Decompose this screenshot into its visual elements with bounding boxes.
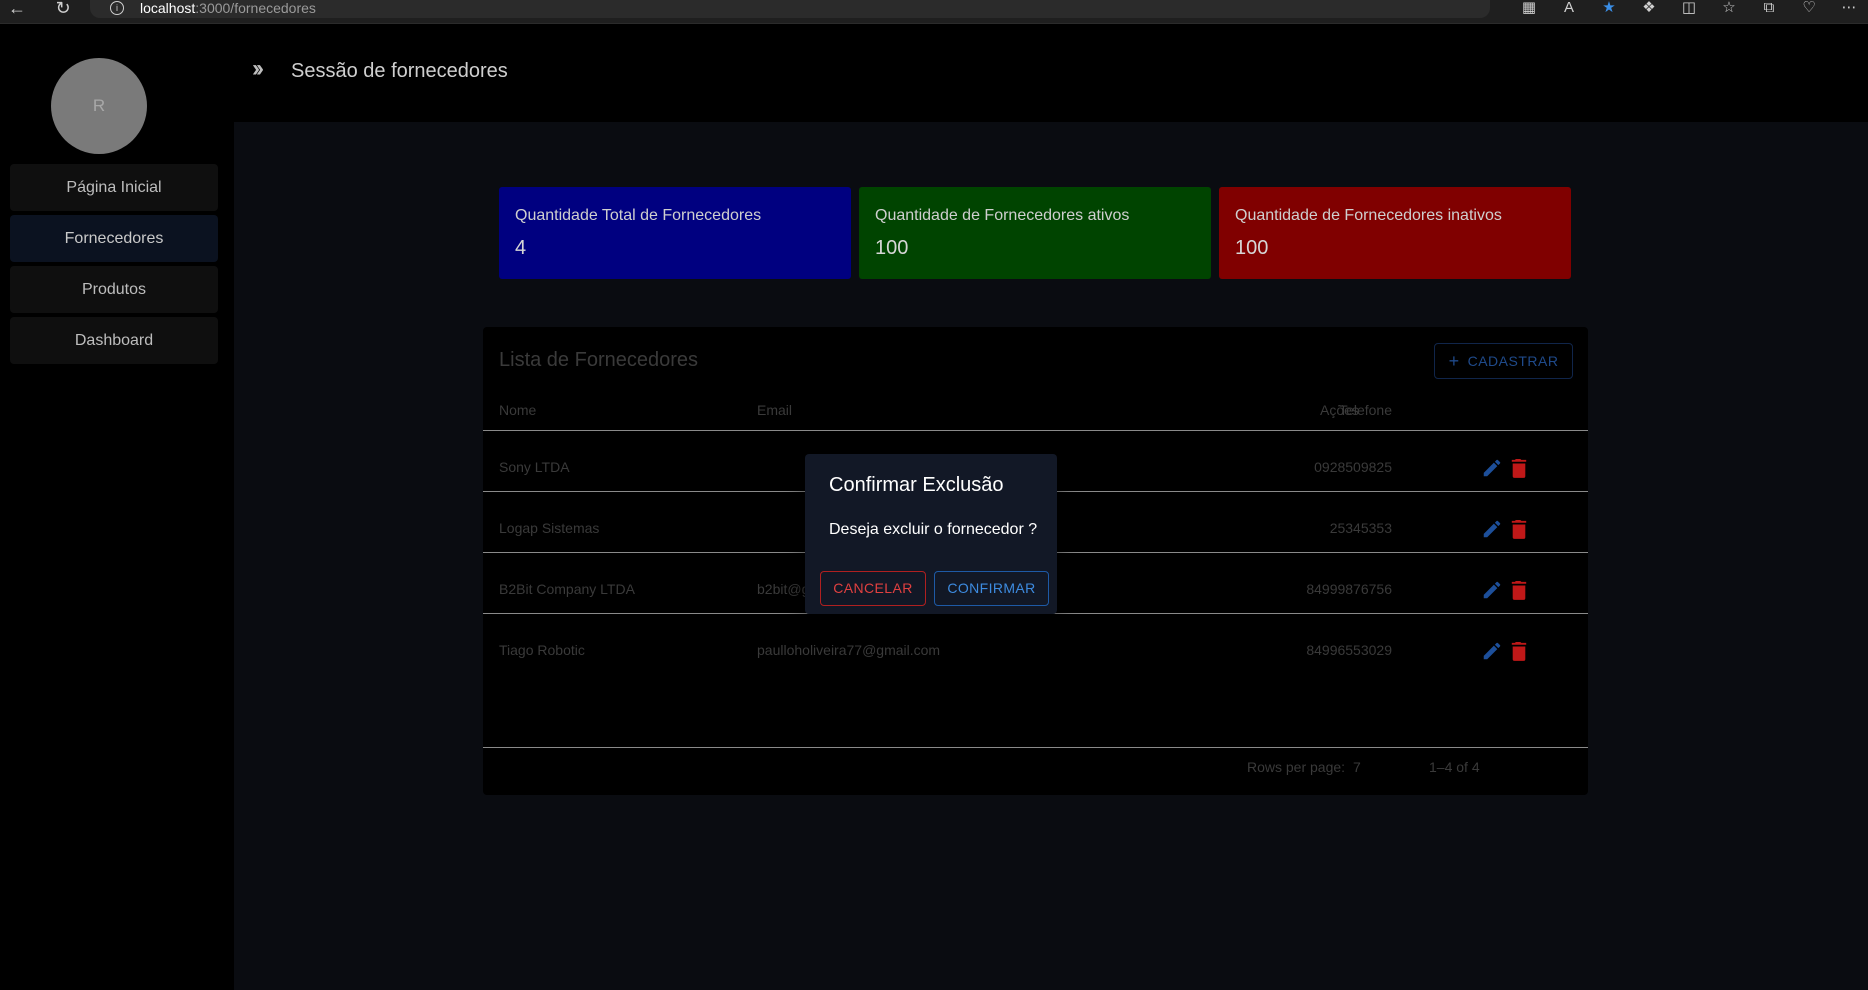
delete-trash-icon[interactable]	[1510, 518, 1528, 540]
collections-icon[interactable]: ⧉	[1760, 0, 1778, 16]
plus-icon: +	[1448, 351, 1460, 371]
extensions-icon[interactable]: ❖	[1640, 0, 1658, 16]
browser-toolbar: ← ↻ i localhost:3000/fornecedores ▦ A ★ …	[0, 0, 1868, 24]
cell-phone: 84996553029	[1306, 642, 1392, 658]
stat-value: 100	[1235, 237, 1269, 259]
back-icon[interactable]: ←	[4, 0, 30, 20]
sidebar-item-fornecedores[interactable]: Fornecedores	[10, 215, 218, 262]
avatar[interactable]: R	[51, 58, 147, 154]
sidebar-item-produtos[interactable]: Produtos	[10, 266, 218, 313]
stat-value: 4	[515, 237, 527, 259]
edit-pencil-icon[interactable]	[1481, 579, 1503, 601]
dialog-message: Deseja excluir o fornecedor ?	[829, 521, 1038, 538]
stat-label: Quantidade Total de Fornecedores	[515, 207, 762, 224]
sidebar-item-pagina-inicial[interactable]: Página Inicial	[10, 164, 218, 211]
page-title: Sessão de fornecedores	[291, 60, 508, 82]
stat-label: Quantidade de Fornecedores inativos	[1235, 207, 1502, 224]
delete-trash-icon[interactable]	[1510, 579, 1528, 601]
delete-trash-icon[interactable]	[1510, 457, 1528, 479]
edit-pencil-icon[interactable]	[1481, 457, 1503, 479]
dialog-title: Confirmar Exclusão	[829, 474, 1004, 496]
page-header: ›› Sessão de fornecedores	[234, 25, 1868, 122]
cell-name: Logap Sistemas	[499, 520, 600, 536]
stat-card-inactive: Quantidade de Fornecedores inativos 100	[1219, 187, 1571, 279]
url-text[interactable]: localhost:3000/fornecedores	[140, 0, 316, 16]
split-screen-icon[interactable]: ◫	[1680, 0, 1698, 16]
info-icon[interactable]: i	[110, 1, 124, 15]
reload-icon[interactable]: ↻	[50, 0, 76, 20]
cell-phone: 0928509825	[1314, 459, 1392, 475]
double-chevron-right-icon[interactable]: ››	[252, 57, 264, 81]
health-icon[interactable]: ♡	[1800, 0, 1818, 16]
edit-pencil-icon[interactable]	[1481, 518, 1503, 540]
sidebar: R Página Inicial Fornecedores Produtos D…	[0, 25, 234, 990]
stat-value: 100	[875, 237, 909, 259]
delete-trash-icon[interactable]	[1510, 640, 1528, 662]
favorites-icon[interactable]: ☆	[1720, 0, 1738, 16]
rows-per-page-select[interactable]: 7	[1353, 759, 1361, 775]
more-icon[interactable]: ⋯	[1840, 0, 1858, 16]
apps-icon[interactable]: ▦	[1520, 0, 1538, 16]
column-header-name: Nome	[499, 402, 537, 418]
cell-name: Tiago Robotic	[499, 642, 585, 658]
stat-card-total: Quantidade Total de Fornecedores 4	[499, 187, 851, 279]
favorite-star-icon[interactable]: ★	[1600, 0, 1618, 16]
stat-card-active: Quantidade de Fornecedores ativos 100	[859, 187, 1211, 279]
table-row[interactable]: Tiago Robotic paulloholiveira77@gmail.co…	[483, 613, 1588, 686]
cancel-button[interactable]: CANCELAR	[820, 571, 926, 606]
column-header-actions: Ações	[1320, 402, 1359, 418]
stat-label: Quantidade de Fornecedores ativos	[875, 207, 1130, 224]
rows-per-page-label: Rows per page:	[1247, 759, 1346, 775]
table-title: Lista de Fornecedores	[499, 349, 699, 371]
cell-email: paulloholiveira77@gmail.com	[757, 642, 941, 658]
column-header-email: Email	[757, 402, 793, 418]
cell-phone: 84999876756	[1306, 581, 1392, 597]
edit-pencil-icon[interactable]	[1481, 640, 1503, 662]
table-divider	[483, 747, 1588, 748]
confirm-button[interactable]: CONFIRMAR	[934, 571, 1049, 606]
add-supplier-button[interactable]: + CADASTRAR	[1434, 343, 1573, 379]
sidebar-item-dashboard[interactable]: Dashboard	[10, 317, 218, 364]
app-root: R Página Inicial Fornecedores Produtos D…	[0, 25, 1868, 990]
read-aloud-icon[interactable]: A	[1560, 0, 1578, 16]
cell-name: Sony LTDA	[499, 459, 570, 475]
pagination-range: 1–4 of 4	[1429, 759, 1480, 775]
cell-phone: 25345353	[1329, 520, 1392, 536]
cell-name: B2Bit Company LTDA	[499, 581, 635, 597]
confirm-delete-dialog: Confirmar Exclusão Deseja excluir o forn…	[805, 454, 1057, 614]
